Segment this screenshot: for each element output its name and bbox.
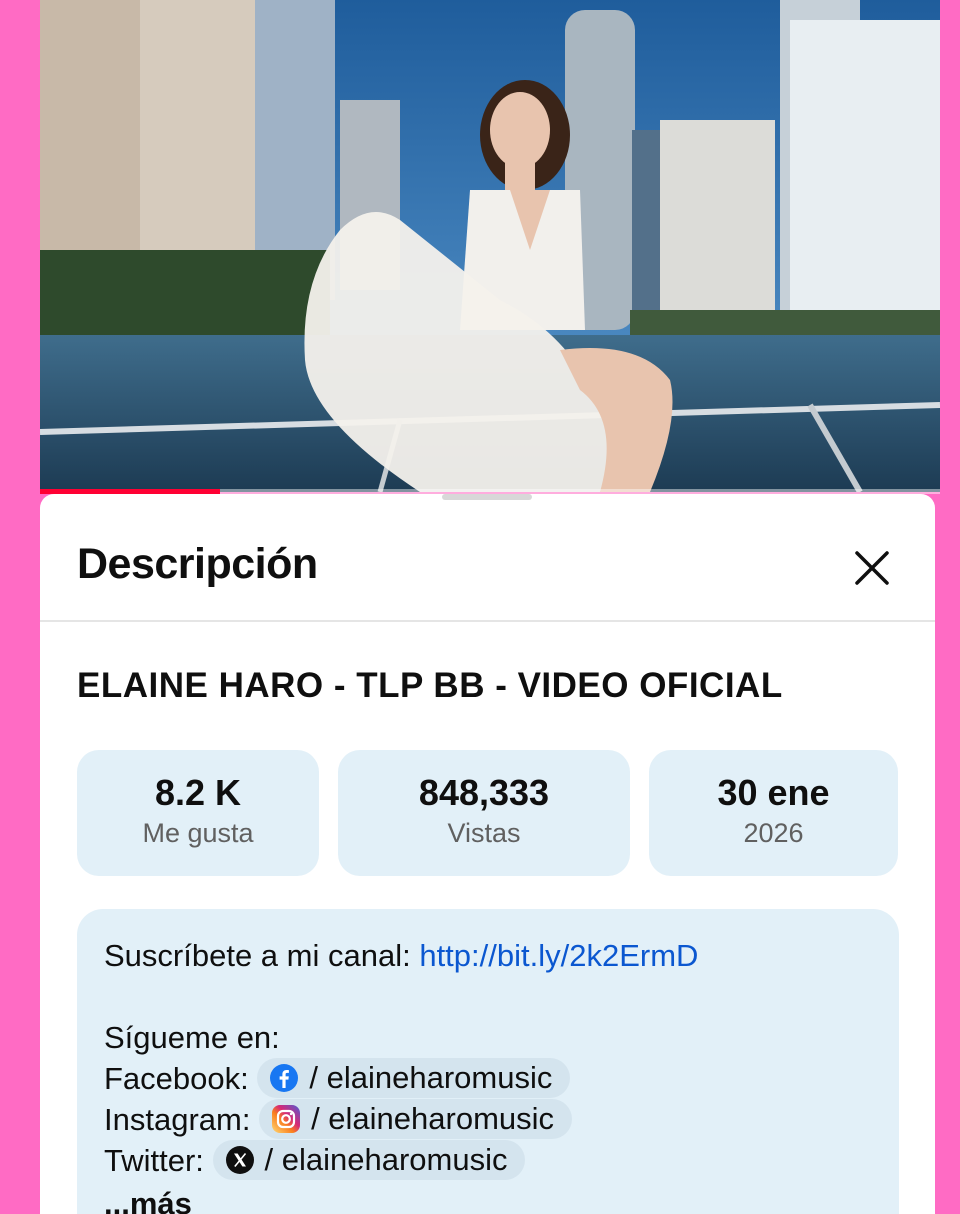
social-label-instagram: Instagram: (104, 1102, 260, 1137)
instagram-handle: / elaineharomusic (311, 1100, 555, 1136)
close-button[interactable] (848, 544, 896, 592)
social-label-twitter: Twitter: (104, 1143, 213, 1178)
sheet-title: Descripción (77, 540, 318, 588)
likes-stat: 8.2 K Me gusta (77, 750, 319, 876)
instagram-chip[interactable]: / elaineharomusic (259, 1098, 573, 1139)
twitter-handle: / elaineharomusic (264, 1141, 508, 1177)
twitter-chip[interactable]: / elaineharomusic (212, 1139, 526, 1180)
facebook-handle: / elaineharomusic (309, 1059, 553, 1095)
video-player[interactable] (40, 0, 940, 492)
follow-heading: Sígueme en: (104, 1020, 280, 1055)
video-frame-image (40, 0, 940, 492)
views-count: 848,333 (418, 772, 550, 813)
video-title: ELAINE HARO - TLP BB - VIDEO OFICIAL (77, 666, 783, 705)
subscribe-link[interactable]: http://bit.ly/2k2ErmD (419, 938, 698, 973)
views-stat: 848,333 Vistas (338, 750, 630, 876)
instagram-icon (271, 1104, 301, 1134)
publish-year: 2026 (743, 818, 804, 848)
description-box: Suscríbete a mi canal: http://bit.ly/2k2… (77, 909, 899, 1214)
social-row-instagram: Instagram: / elaineharomusic (104, 1098, 573, 1142)
publish-date: 30 ene (717, 772, 830, 813)
description-sheet: Descripción ELAINE HARO - TLP BB - VIDEO… (40, 494, 935, 1214)
facebook-icon (269, 1063, 299, 1093)
facebook-chip[interactable]: / elaineharomusic (257, 1057, 571, 1098)
social-row-twitter: Twitter: / elaineharomusic (104, 1139, 526, 1183)
sheet-header: Descripción (40, 494, 935, 622)
subscribe-line: Suscríbete a mi canal: http://bit.ly/2k2… (104, 937, 698, 975)
date-stat: 30 ene 2026 (649, 750, 898, 876)
close-icon (855, 551, 889, 585)
social-label-facebook: Facebook: (104, 1061, 258, 1096)
likes-label: Me gusta (142, 818, 254, 848)
subscribe-text: Suscríbete a mi canal: (104, 938, 420, 973)
x-icon (225, 1145, 255, 1175)
likes-count: 8.2 K (154, 772, 242, 813)
views-label: Vistas (447, 818, 521, 848)
social-row-facebook: Facebook: / elaineharomusic (104, 1057, 571, 1101)
